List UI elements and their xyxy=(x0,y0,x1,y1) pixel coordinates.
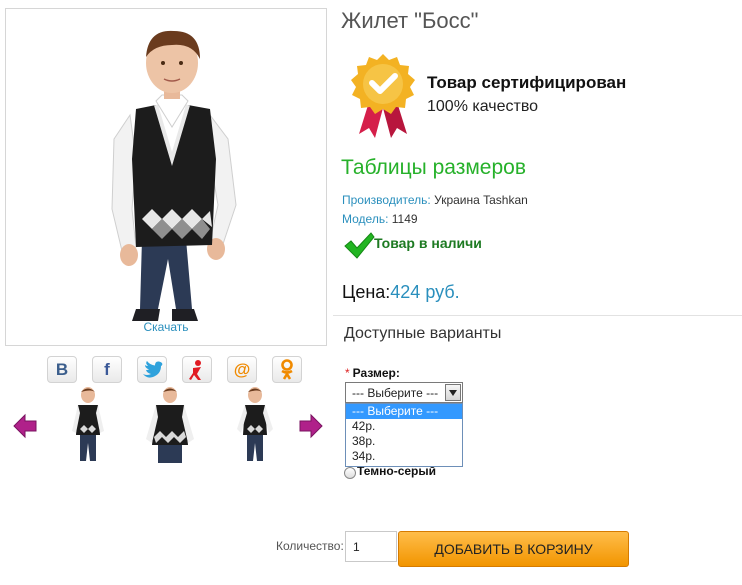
facebook-icon[interactable]: f xyxy=(92,356,122,383)
thumb-front-boy[interactable] xyxy=(58,385,118,465)
arrow-left-icon[interactable] xyxy=(12,413,38,439)
required-mark: * xyxy=(345,366,350,380)
award-badge-icon xyxy=(351,54,415,138)
size-option[interactable]: 34р. xyxy=(346,449,462,464)
model-line: Модель: 1149 xyxy=(342,212,418,226)
thumbnail-carousel xyxy=(10,385,330,467)
size-select[interactable]: --- Выберите --- xyxy=(345,382,463,403)
manufacturer-value: Украина Tashkan xyxy=(434,193,528,207)
size-option[interactable]: --- Выберите --- xyxy=(346,404,462,419)
variants-title: Доступные варианты xyxy=(344,325,502,342)
thumb-side-boy[interactable] xyxy=(225,385,285,465)
size-option[interactable]: 42р. xyxy=(346,419,462,434)
size-option[interactable]: 38р. xyxy=(346,434,462,449)
section-divider xyxy=(333,315,742,316)
size-dropdown-list: --- Выберите --- 42р. 38р. 34р. xyxy=(345,403,463,467)
main-product-image[interactable]: Скачать xyxy=(5,8,327,346)
model-key: Модель: xyxy=(342,212,389,226)
boy-in-vest-photo xyxy=(111,30,237,321)
model-value: 1149 xyxy=(391,212,418,226)
product-title: Жилет "Босс" xyxy=(341,8,479,33)
share-buttons: В f @ xyxy=(47,356,307,384)
color-radio[interactable] xyxy=(344,467,356,479)
price-label: Цена: xyxy=(342,282,391,302)
quantity-input[interactable] xyxy=(345,531,397,562)
arrow-right-icon[interactable] xyxy=(298,413,324,439)
quantity-label: Количество: xyxy=(276,539,344,553)
price: Цена:424 руб. xyxy=(342,282,460,303)
thumb-vest-only[interactable] xyxy=(140,385,200,465)
check-icon xyxy=(344,232,375,259)
person-glyph xyxy=(189,359,201,380)
size-select-value: --- Выберите --- xyxy=(352,386,439,400)
manufacturer-key[interactable]: Производитель: xyxy=(342,193,431,207)
stock-text: Товар в наличи xyxy=(374,235,482,251)
twitter-icon[interactable] xyxy=(137,356,167,383)
size-tables-link[interactable]: Таблицы размеров xyxy=(341,156,526,180)
twitter-bird-glyph xyxy=(143,360,163,378)
price-value: 424 руб. xyxy=(390,282,460,302)
download-link[interactable]: Скачать xyxy=(6,320,326,334)
manufacturer-line: Производитель: Украина Tashkan xyxy=(342,193,528,207)
mail-ru-icon[interactable]: @ xyxy=(227,356,257,383)
odnoklassniki-icon[interactable] xyxy=(272,356,302,383)
certificate-title: Товар сертифицирован xyxy=(427,73,627,92)
vkontakte-icon[interactable]: В xyxy=(47,356,77,383)
size-label-text: Размер: xyxy=(352,366,400,380)
moi-krug-icon[interactable] xyxy=(182,356,212,383)
add-to-cart-button[interactable]: ДОБАВИТЬ В КОРЗИНУ xyxy=(398,531,629,567)
chevron-down-icon[interactable] xyxy=(445,384,461,401)
size-label: * Размер: xyxy=(345,366,400,380)
ok-glyph xyxy=(281,358,293,380)
certificate-subtitle: 100% качество xyxy=(427,98,539,115)
